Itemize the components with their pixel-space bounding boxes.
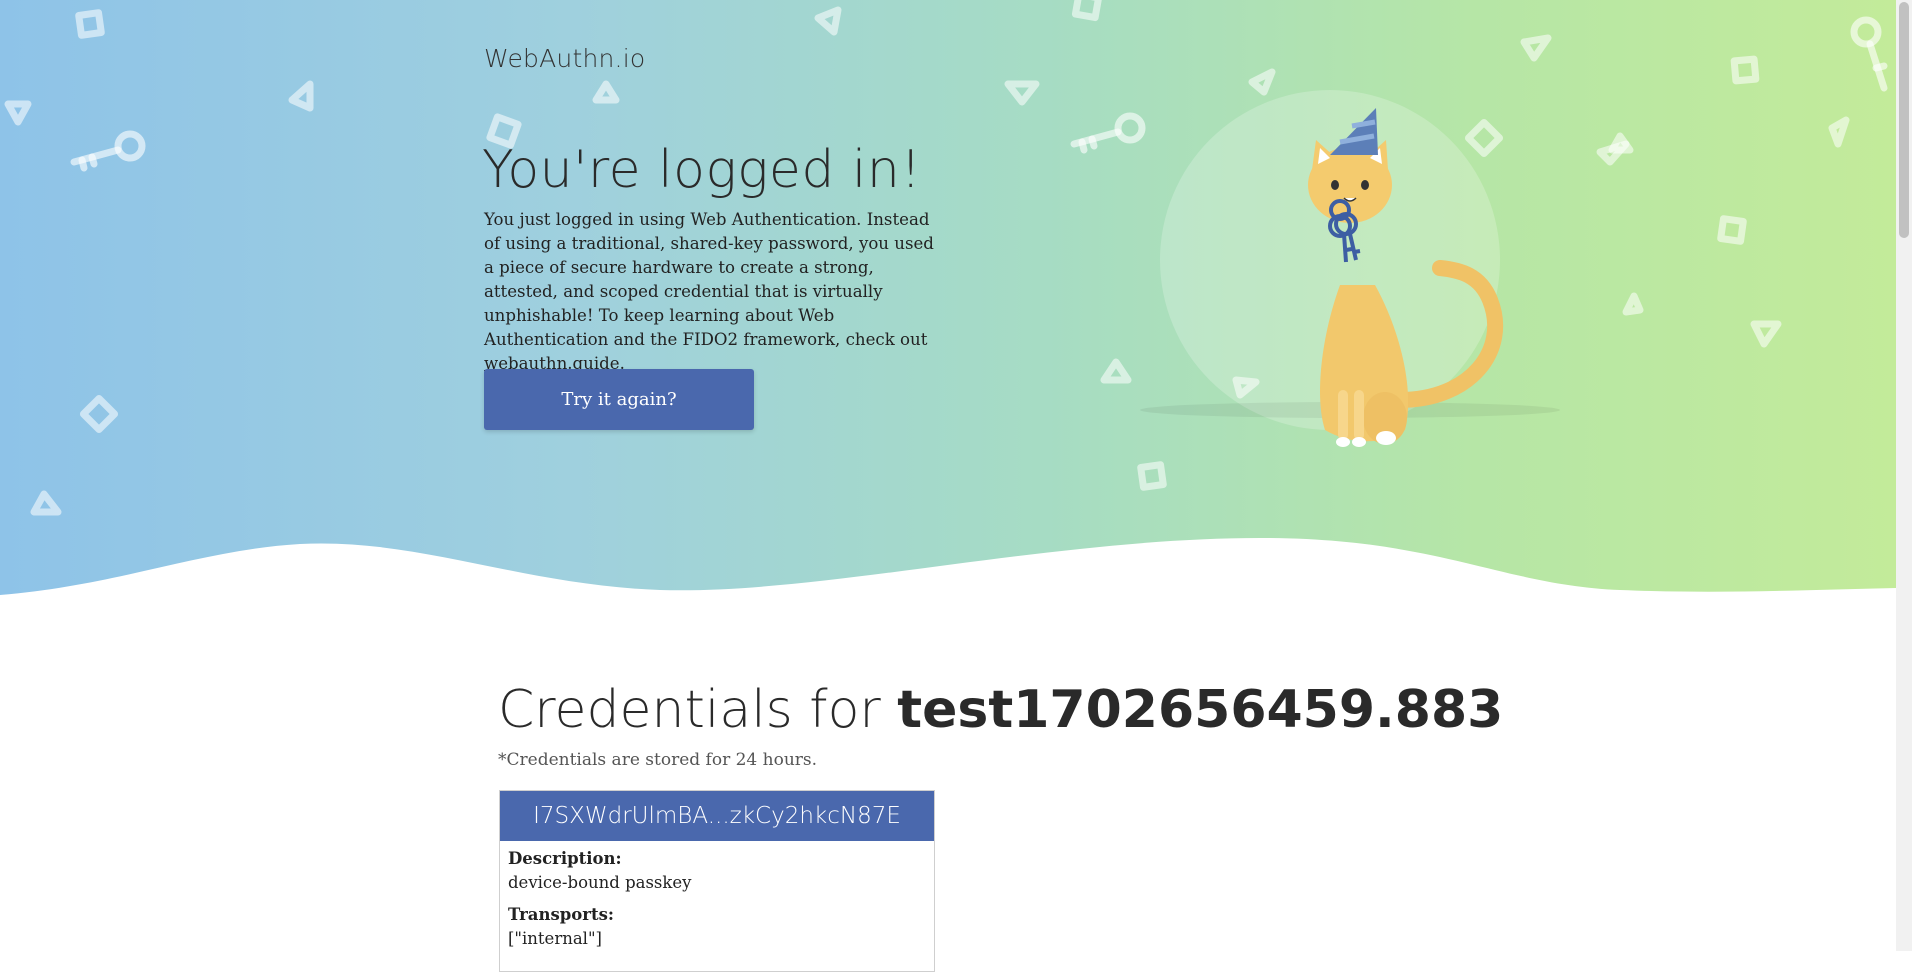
page-scrollbar[interactable]	[1896, 0, 1912, 951]
site-logo[interactable]: WebAuthn.io	[484, 44, 645, 73]
transports-label: Transports:	[508, 905, 614, 924]
credential-card: I7SXWdrUlmBA...zkCy2hkcN87E Description:…	[499, 790, 935, 972]
try-again-button[interactable]: Try it again?	[484, 369, 754, 430]
credentials-title: Credentials for test1702656459.883	[498, 680, 1503, 740]
description-value: device-bound passkey	[508, 873, 692, 892]
page-title: You're logged in!	[482, 140, 922, 200]
decorative-shapes	[4, 0, 1888, 516]
hero-banner: WebAuthn.io You're logged in! You just l…	[0, 0, 1896, 600]
hero-description: You just logged in using Web Authenticat…	[484, 208, 944, 376]
scrollbar-thumb[interactable]	[1899, 2, 1909, 238]
hero-wave	[0, 538, 1896, 600]
credential-details: Description: device-bound passkey Transp…	[500, 841, 934, 965]
credential-id: I7SXWdrUlmBA...zkCy2hkcN87E	[500, 791, 934, 841]
cat-mascot-icon	[1308, 108, 1503, 447]
description-label: Description:	[508, 849, 622, 868]
hero-description-text: You just logged in using Web Authenticat…	[484, 210, 934, 349]
transports-value: ["internal"]	[508, 929, 602, 948]
credentials-note: *Credentials are stored for 24 hours.	[498, 750, 818, 770]
credentials-username: test1702656459.883	[897, 680, 1504, 740]
credentials-title-prefix: Credentials for	[498, 680, 898, 740]
